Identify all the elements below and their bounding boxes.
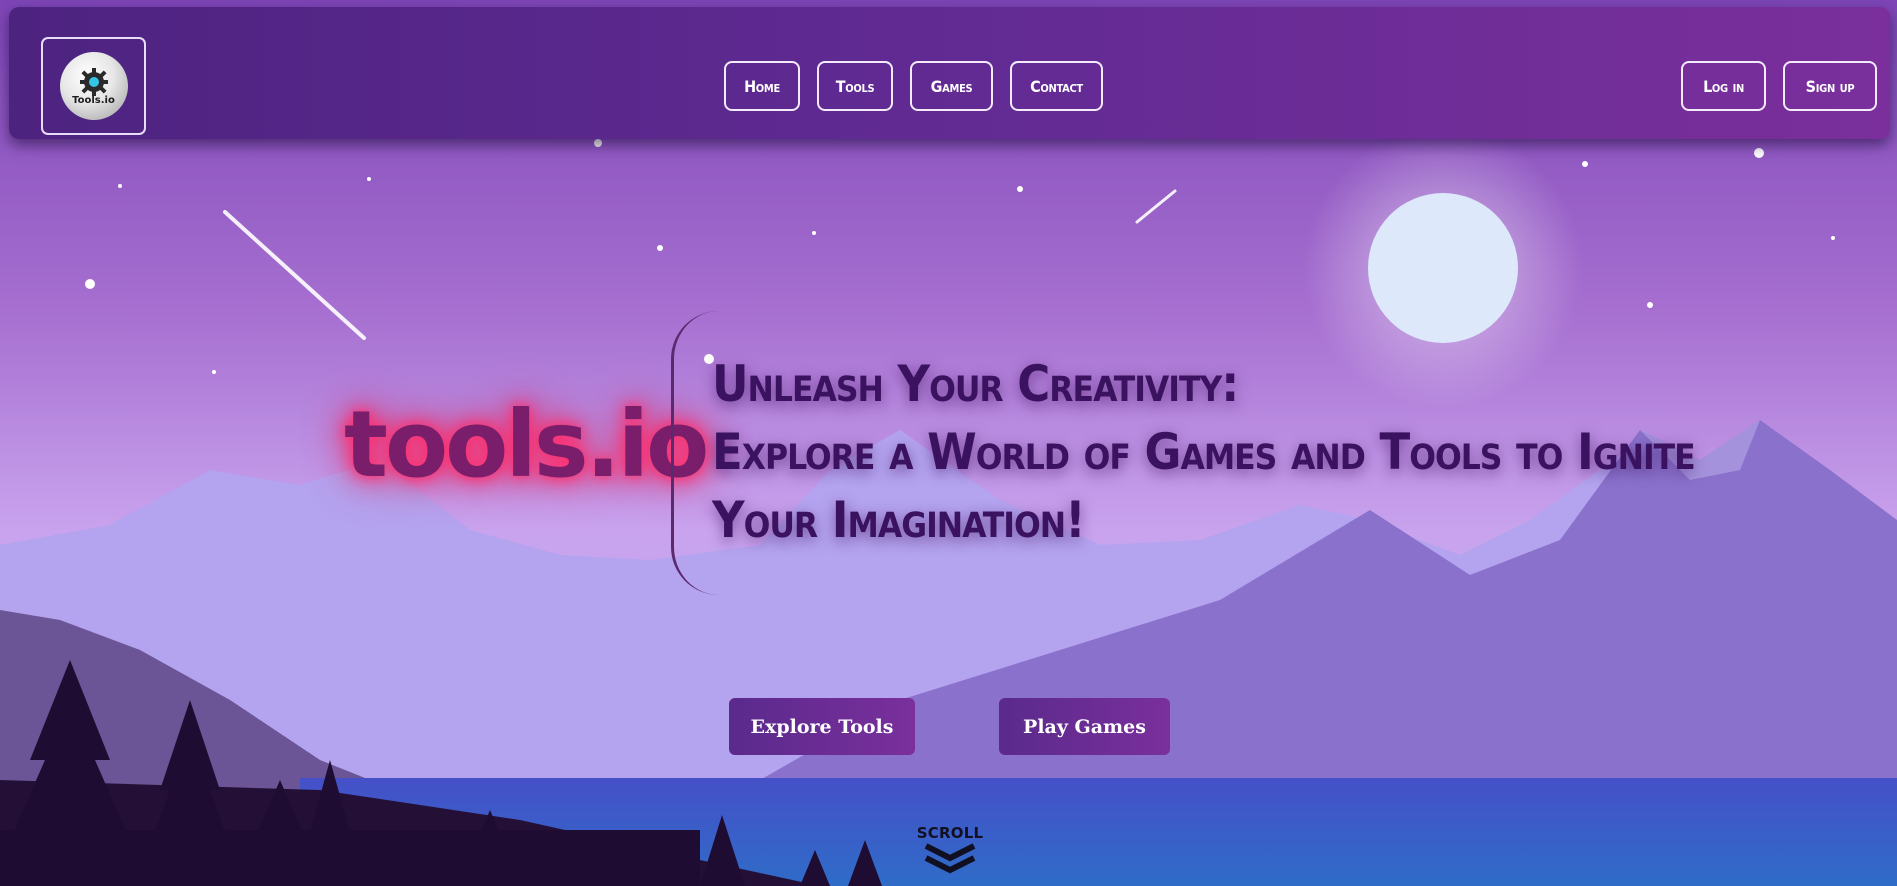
signup-button[interactable]: Sign up (1783, 61, 1877, 111)
scroll-label: SCROLL (916, 824, 984, 842)
brand-wordmark: tools.io (344, 391, 709, 498)
nav-games[interactable]: Games (910, 61, 993, 111)
hero-tagline: Unleash Your Creativity: Explore a World… (712, 350, 1832, 554)
play-games-button[interactable]: Play Games (999, 698, 1170, 755)
gear-icon (77, 67, 111, 97)
tagline-line: Explore a World of Games and Tools to Ig… (712, 423, 1696, 481)
explore-tools-button[interactable]: Explore Tools (729, 698, 915, 755)
scroll-indicator[interactable]: SCROLL (910, 824, 990, 882)
nav-home[interactable]: Home (724, 61, 800, 111)
logo-badge: Tools.io (59, 52, 128, 120)
navbar: Tools.io Home Tools Games Contact Log in… (9, 7, 1890, 139)
nav-tools[interactable]: Tools (817, 61, 893, 111)
tagline-line: Unleash Your Creativity: (712, 355, 1239, 413)
double-chevron-down-icon (920, 842, 980, 878)
login-button[interactable]: Log in (1681, 61, 1766, 111)
logo-link[interactable]: Tools.io (41, 37, 146, 135)
nav-contact[interactable]: Contact (1010, 61, 1103, 111)
logo-text: Tools.io (72, 94, 115, 106)
tagline-line: Your Imagination! (712, 491, 1086, 549)
